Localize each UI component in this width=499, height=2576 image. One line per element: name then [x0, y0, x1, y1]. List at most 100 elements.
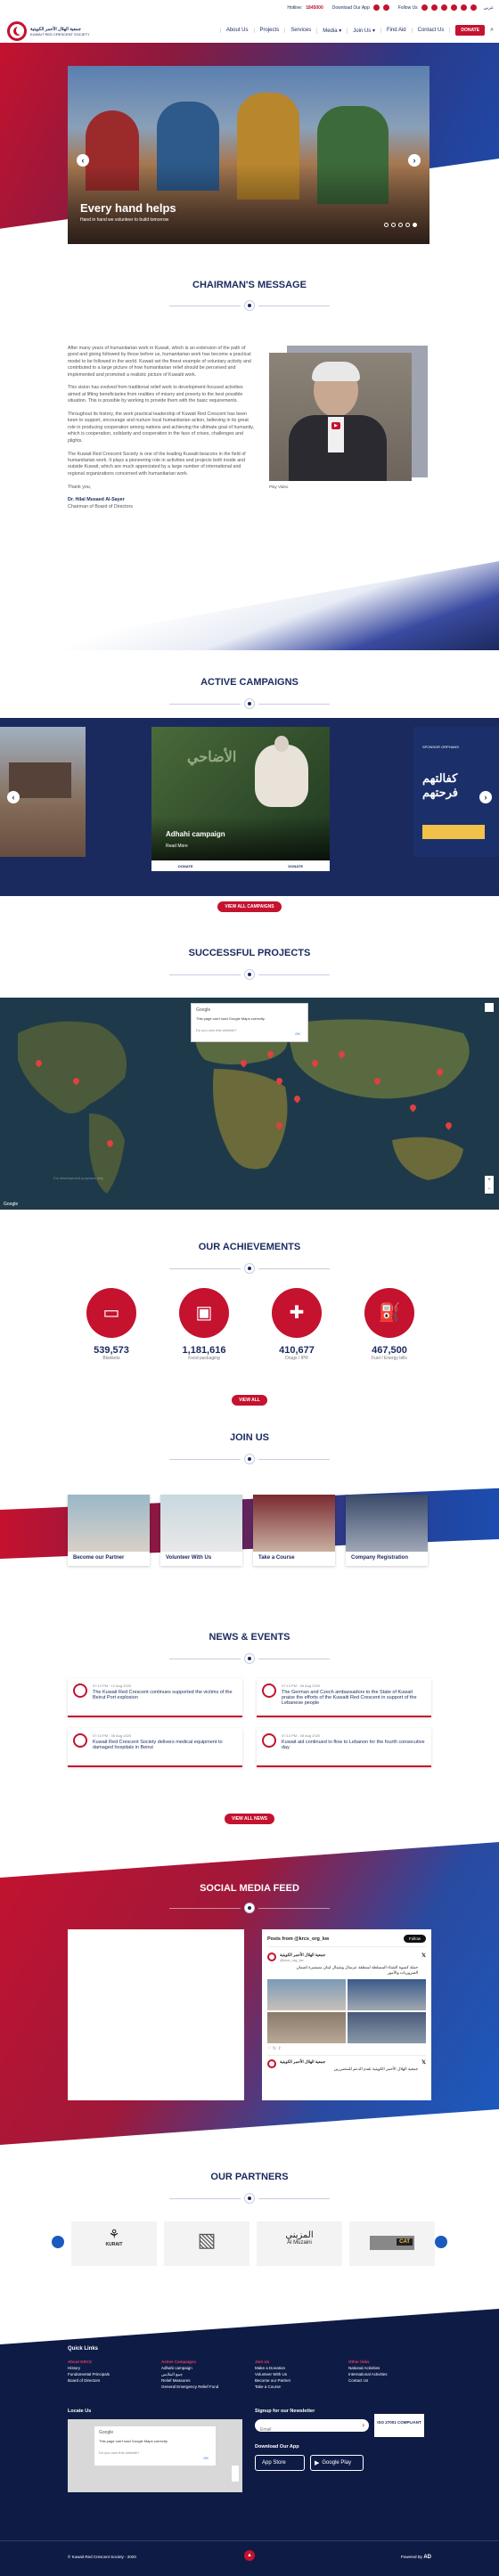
scroll-top-icon[interactable]: ▴ — [244, 2550, 255, 2561]
facebook-feed-panel[interactable] — [68, 1929, 244, 2100]
view-all-news-button[interactable]: VIEW ALL NEWS — [225, 1814, 274, 1824]
nav-services[interactable]: Services — [284, 28, 316, 33]
newsletter-email-input[interactable] — [255, 2424, 344, 2436]
section-divider — [0, 969, 499, 980]
play-icon[interactable]: ▶ — [331, 422, 340, 429]
nav-contact[interactable]: Contact Us — [411, 28, 451, 33]
news-item[interactable]: 07:13 PM - 08 Aug 2020 Kuwait aid contin… — [257, 1728, 431, 1767]
facebook-icon[interactable] — [430, 4, 438, 11]
zoom-out-icon[interactable]: − — [485, 1185, 494, 1194]
footer-link[interactable]: General Emergency Relief Fund — [161, 2384, 237, 2390]
chairman-video[interactable]: ▶ Play Video — [269, 346, 428, 489]
join-card-volunteer[interactable]: Volunteer With Us — [160, 1495, 242, 1566]
partner-logo-cat[interactable]: CAT — [349, 2221, 435, 2266]
twitter-feed-panel[interactable]: Posts from @krcs_org_kw Follow جمعية اله… — [262, 1929, 431, 2100]
nav-find-aid[interactable]: Find Aid — [380, 28, 412, 33]
slider-dot[interactable] — [384, 223, 389, 227]
apple-icon[interactable] — [372, 4, 380, 11]
map-popup-ok[interactable]: OK — [295, 1031, 300, 1036]
partner-logo-kurait[interactable]: ⚘ KURAIT — [71, 2221, 157, 2266]
nav-projects[interactable]: Projects — [253, 28, 285, 33]
nav-media[interactable]: Media ▾ — [316, 27, 347, 34]
twitter-icon[interactable] — [421, 4, 428, 11]
join-card-course[interactable]: Take a Course — [253, 1495, 335, 1566]
partners-prev-arrow[interactable] — [52, 2236, 64, 2248]
slider-dot-active[interactable] — [413, 223, 417, 227]
footer-link[interactable]: International Activities — [348, 2371, 424, 2377]
snapchat-icon[interactable] — [470, 4, 477, 11]
footer-link[interactable]: Volunteer With Us — [255, 2371, 331, 2377]
slider-dot[interactable] — [398, 223, 403, 227]
campaign-card[interactable]: الأضاحي Adhahi campaign Read More — [151, 727, 330, 860]
android-icon[interactable] — [382, 4, 389, 11]
search-icon[interactable]: ⌕ — [490, 27, 494, 34]
slider-dot[interactable] — [405, 223, 410, 227]
hero-next-arrow[interactable]: › — [408, 154, 421, 167]
download-app-label[interactable]: Download Our App — [332, 5, 370, 11]
post-actions: ♡ ↻ ⇪ — [267, 2046, 282, 2051]
slider-dot[interactable] — [391, 223, 396, 227]
footer-link[interactable]: جمع الملابس — [161, 2371, 237, 2377]
map-fullscreen-icon[interactable] — [485, 1003, 494, 1012]
hero-slide[interactable]: Every hand helps Hand in hand we volunte… — [68, 66, 429, 244]
logo[interactable]: جمعية الهلال الأحمر الكويتية KUWAIT RED … — [7, 21, 90, 41]
youtube-icon[interactable] — [450, 4, 457, 11]
google-play-badge[interactable]: ▶ Google Play — [310, 2455, 364, 2471]
partner-logo-almuzaini[interactable]: المزيني Al Muzaini — [257, 2221, 342, 2266]
view-all-campaigns-button[interactable]: VIEW ALL CAMPAIGNS — [217, 901, 282, 912]
subscribe-arrow-icon[interactable]: › — [362, 2421, 364, 2429]
instagram-icon[interactable] — [440, 4, 447, 11]
footer-link[interactable]: Take a Course — [255, 2384, 331, 2390]
chairman-paragraph: Throughout its history, the work practic… — [68, 412, 254, 444]
partners-next-arrow[interactable] — [435, 2236, 447, 2248]
hotline-number[interactable]: 1845000 — [306, 5, 323, 11]
map-popup-link[interactable]: Do you own this website? — [99, 2450, 211, 2455]
footer-link[interactable]: History — [68, 2365, 143, 2371]
map-popup-ok[interactable]: OK — [203, 2456, 209, 2460]
join-card-company[interactable]: Company Registration — [346, 1495, 428, 1566]
post-images[interactable] — [267, 1979, 426, 2043]
achievements-heading: OUR ACHIEVEMENTS — [198, 1242, 301, 1252]
language-switch[interactable]: عربي — [484, 5, 494, 11]
campaigns-next-arrow[interactable]: › — [479, 791, 492, 803]
post-text: حملة كسوة الشتاء المسلطة لمنطقة عرسال وش… — [296, 1965, 419, 1975]
avatar — [267, 2059, 276, 2068]
footer-link[interactable]: Fundamental Principals — [68, 2371, 143, 2377]
logo-ar: جمعية الهلال الأحمر الكويتية — [30, 26, 81, 32]
map-zoom-controls[interactable] — [232, 2466, 239, 2482]
footer-link[interactable]: Become our Partner — [255, 2377, 331, 2384]
footer-link[interactable]: Adhahi campaign — [161, 2365, 237, 2371]
footer-map[interactable]: Google This page can't load Google Maps … — [68, 2419, 242, 2492]
news-item[interactable]: 07:13 PM - 08 Aug 2020 The German and Cz… — [257, 1678, 431, 1717]
news-item[interactable]: 07:13 PM - 12 Aug 2020 The Kuwait Red Cr… — [68, 1678, 242, 1717]
footer-quick-links: Quick Links — [68, 2346, 99, 2352]
news-title: The Kuwait Red Crescent continues suppor… — [93, 1690, 233, 1700]
linkedin-icon[interactable] — [460, 4, 467, 11]
play-video-label[interactable]: Play Video — [269, 485, 288, 489]
donate-button[interactable]: DONATE — [455, 25, 486, 36]
projects-map[interactable]: Google This page can't load Google Maps … — [0, 998, 499, 1210]
campaign-read-more[interactable]: Read More — [166, 844, 188, 849]
partner-logo-2[interactable]: ▧ — [164, 2221, 250, 2266]
footer-link[interactable]: Contact Us — [348, 2377, 424, 2384]
follow-button[interactable]: Follow — [403, 1935, 426, 1943]
footer-link[interactable]: National Activities — [348, 2365, 424, 2371]
nav-join[interactable]: Join Us ▾ — [347, 27, 380, 34]
zoom-in-icon[interactable]: + — [485, 1176, 494, 1185]
footer-link[interactable]: Relief Measures — [161, 2377, 237, 2384]
nav-about[interactable]: About Us — [219, 28, 254, 33]
hero-prev-arrow[interactable]: ‹ — [77, 154, 89, 167]
news-thumb — [262, 1683, 276, 1698]
campaigns-prev-arrow[interactable]: ‹ — [7, 791, 20, 803]
campaign-donate[interactable]: DONATE — [288, 864, 303, 868]
footer-link[interactable]: Make a Donation — [255, 2365, 331, 2371]
app-store-badge[interactable]: App Store — [255, 2455, 305, 2471]
footer-link[interactable]: Board of Directors — [68, 2377, 143, 2384]
map-popup-link[interactable]: Do you own this website? — [196, 1028, 303, 1032]
section-divider — [0, 1653, 499, 1664]
campaign-right-tag: SPONSOR ORPHANS — [422, 745, 459, 749]
news-item[interactable]: 07:13 PM - 08 Aug 2020 Kuwait Red Cresce… — [68, 1728, 242, 1767]
view-all-achievements-button[interactable]: VIEW ALL — [232, 1395, 267, 1406]
campaign-donate[interactable]: DONATE — [178, 864, 193, 868]
join-card-partner[interactable]: Become our Partner — [68, 1495, 150, 1566]
